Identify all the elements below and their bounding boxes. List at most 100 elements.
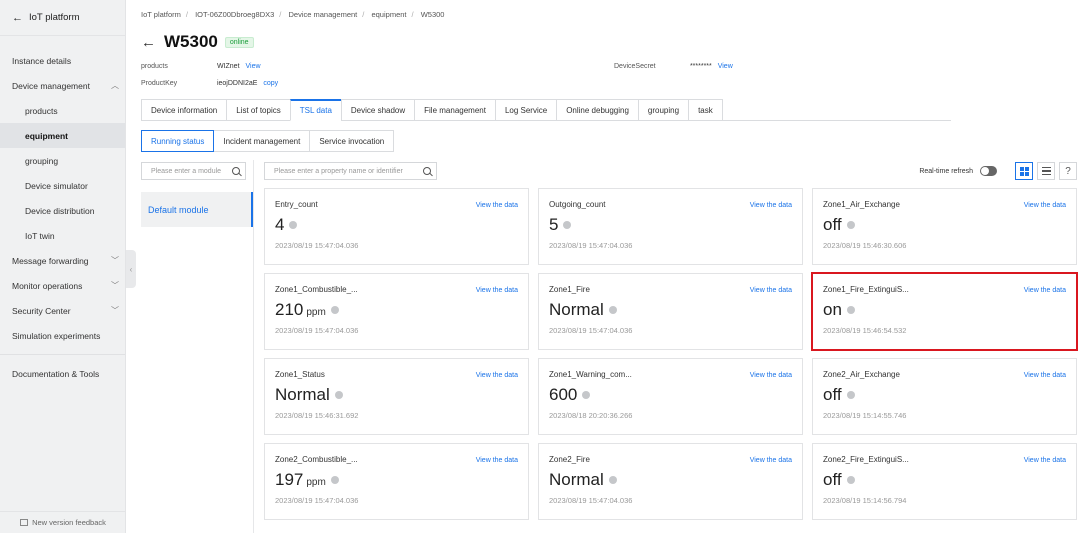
property-timestamp: 2023/08/19 15:14:56.794 xyxy=(823,496,907,505)
property-card: Zone2_Combustible_... View the data 197 ppm… xyxy=(264,443,529,520)
sidebar-item[interactable]: Instance details xyxy=(0,48,125,73)
tab[interactable]: File management xyxy=(414,99,495,121)
arrow-left-icon[interactable]: ← xyxy=(12,12,23,24)
info-icon[interactable] xyxy=(846,391,855,399)
info-icon[interactable] xyxy=(608,306,617,314)
breadcrumb-item[interactable]: equipment xyxy=(371,10,406,19)
view-data-link[interactable]: View the data xyxy=(476,457,518,464)
sidebar-item[interactable]: Documentation & Tools xyxy=(0,361,125,386)
search-icon[interactable] xyxy=(423,167,431,175)
view-data-link[interactable]: View the data xyxy=(1024,457,1066,464)
tab[interactable]: grouping xyxy=(637,99,689,121)
realtime-refresh-toggle[interactable] xyxy=(980,166,997,176)
breadcrumb-item[interactable]: IOT-06Z00Dbroeg8DX3 xyxy=(195,10,274,19)
sidebar-item-label: Simulation experiments xyxy=(12,330,101,341)
view-data-link[interactable]: View the data xyxy=(1024,202,1066,209)
chevron-down-icon[interactable]: ﹀ xyxy=(111,280,119,291)
info-icon[interactable] xyxy=(289,221,298,229)
sidebar-header-label: IoT platform xyxy=(29,12,80,23)
property-search-placeholder: Please enter a property name or identifi… xyxy=(274,167,403,175)
sidebar-item[interactable]: Device simulator xyxy=(0,173,125,198)
sidebar-item[interactable]: Monitor operations ﹀ xyxy=(0,273,125,298)
sidebar-item[interactable]: Device management ︿ xyxy=(0,73,125,98)
info-icon[interactable] xyxy=(334,391,343,399)
property-value: on xyxy=(823,300,842,319)
sidebar-item[interactable]: Simulation experiments xyxy=(0,323,125,348)
view-data-link[interactable]: View the data xyxy=(750,202,792,209)
productkey-meta: ProductKey ieojDDNI2aE copy xyxy=(141,80,278,87)
view-data-link[interactable]: View the data xyxy=(750,372,792,379)
search-icon[interactable] xyxy=(232,167,240,175)
chevron-up-icon[interactable]: ︿ xyxy=(111,80,119,91)
view-data-link[interactable]: View the data xyxy=(750,457,792,464)
info-icon[interactable] xyxy=(330,476,339,484)
sidebar-item[interactable]: grouping xyxy=(0,148,125,173)
products-view-link[interactable]: View xyxy=(245,63,260,70)
info-icon[interactable] xyxy=(846,476,855,484)
property-timestamp: 2023/08/19 15:47:04.036 xyxy=(275,496,359,505)
subtab[interactable]: Service invocation xyxy=(310,130,395,152)
chevron-down-icon[interactable]: ﹀ xyxy=(111,255,119,266)
tab[interactable]: Device information xyxy=(141,99,227,121)
property-value: Normal xyxy=(549,470,604,489)
sidebar-item-label: equipment xyxy=(25,130,68,141)
view-data-link[interactable]: View the data xyxy=(750,287,792,294)
tab[interactable]: task xyxy=(688,99,723,121)
sidebar-item[interactable]: IoT twin xyxy=(0,223,125,248)
productkey-copy-link[interactable]: copy xyxy=(263,80,278,87)
subtab[interactable]: Incident management xyxy=(214,130,311,152)
card-view-button[interactable] xyxy=(1015,162,1033,180)
property-timestamp: 2023/08/19 15:46:30.606 xyxy=(823,241,907,250)
title-row: ← W5300 online xyxy=(141,32,254,52)
property-value: Normal xyxy=(549,300,604,319)
tab[interactable]: Log Service xyxy=(494,99,557,121)
property-search-input[interactable]: Please enter a property name or identifi… xyxy=(264,162,437,180)
view-toolbar: Real-time refresh ? xyxy=(919,162,1077,180)
back-arrow-icon[interactable]: ← xyxy=(141,34,156,51)
sidebar-collapse-handle[interactable]: ‹ xyxy=(126,250,136,288)
sidebar-item[interactable]: Message forwarding ﹀ xyxy=(0,248,125,273)
tab[interactable]: Online debugging xyxy=(556,99,638,121)
breadcrumb-item[interactable]: Device management xyxy=(288,10,357,19)
view-data-link[interactable]: View the data xyxy=(1024,372,1066,379)
info-icon[interactable] xyxy=(608,476,617,484)
info-icon[interactable] xyxy=(563,221,572,229)
secret-meta: DeviceSecret ******** View xyxy=(614,63,733,70)
info-icon[interactable] xyxy=(846,221,855,229)
module-item-default[interactable]: Default module xyxy=(141,192,253,227)
sidebar-item[interactable]: Security Center ﹀ xyxy=(0,298,125,323)
property-value-row: off xyxy=(823,385,1066,405)
info-icon[interactable] xyxy=(582,391,591,399)
property-card: Zone1_Fire_ExtinguiS... View the data on 20… xyxy=(811,272,1078,351)
sidebar-item-label: Monitor operations xyxy=(12,280,83,291)
sidebar-item[interactable]: products xyxy=(0,98,125,123)
tab[interactable]: List of topics xyxy=(226,99,290,121)
chevron-down-icon[interactable]: ﹀ xyxy=(111,305,119,316)
sidebar-item[interactable]: Device distribution xyxy=(0,198,125,223)
info-icon[interactable] xyxy=(330,306,339,314)
tab[interactable]: Device shadow xyxy=(340,99,415,121)
subtab[interactable]: Running status xyxy=(141,130,215,152)
breadcrumb-item[interactable]: IoT platform xyxy=(141,10,181,19)
info-icon[interactable] xyxy=(846,306,855,314)
feedback-link[interactable]: New version feedback xyxy=(0,511,126,533)
property-timestamp: 2023/08/19 15:46:54.532 xyxy=(823,326,907,335)
view-data-link[interactable]: View the data xyxy=(476,372,518,379)
property-card: Outgoing_count View the data 5 2023/08/19 1… xyxy=(538,188,803,265)
view-data-link[interactable]: View the data xyxy=(476,287,518,294)
property-card: Zone1_Warning_com... View the data 600 2023… xyxy=(538,358,803,435)
tab[interactable]: TSL data xyxy=(289,99,341,121)
sidebar: ← IoT platform Instance details Device ma… xyxy=(0,0,126,533)
property-value-row: Normal xyxy=(275,385,518,405)
view-data-link[interactable]: View the data xyxy=(476,202,518,209)
sidebar-item-label: Instance details xyxy=(12,55,72,66)
sidebar-item[interactable]: equipment xyxy=(0,123,125,148)
view-data-link[interactable]: View the data xyxy=(1024,287,1066,294)
module-search-input[interactable]: Please enter a module xyxy=(141,162,246,180)
property-value: off xyxy=(823,385,842,404)
help-button[interactable]: ? xyxy=(1059,162,1077,180)
sidebar-item-label: IoT twin xyxy=(25,230,55,241)
sidebar-header[interactable]: ← IoT platform xyxy=(0,0,125,36)
secret-view-link[interactable]: View xyxy=(718,63,733,70)
list-view-button[interactable] xyxy=(1037,162,1055,180)
